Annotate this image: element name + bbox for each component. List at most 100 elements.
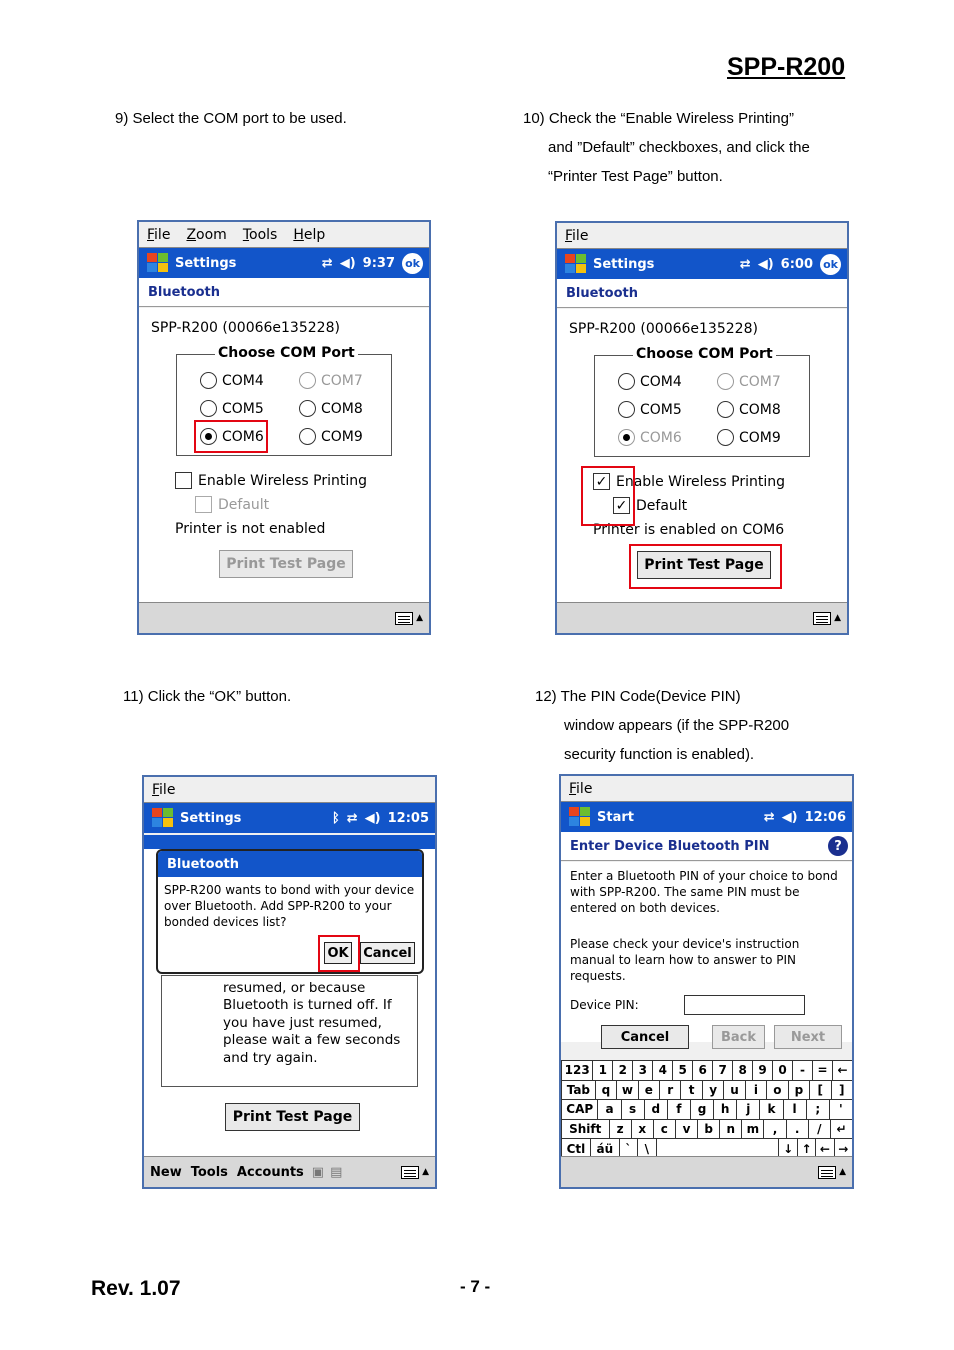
keyboard-key[interactable]: 2 bbox=[612, 1060, 634, 1081]
menu-accounts[interactable]: Accounts bbox=[237, 1165, 304, 1180]
keyboard-key[interactable]: t bbox=[680, 1079, 703, 1101]
keyboard-key[interactable]: - bbox=[792, 1060, 814, 1081]
radio-com5[interactable]: COM5 bbox=[200, 400, 264, 417]
keyboard-key[interactable]: 7 bbox=[712, 1060, 734, 1081]
connectivity-icon[interactable]: ⇄ bbox=[764, 810, 775, 825]
radio-com4[interactable]: COM4 bbox=[618, 373, 682, 390]
windows-start-icon[interactable] bbox=[145, 252, 169, 274]
keyboard-key[interactable]: ] bbox=[830, 1079, 852, 1101]
radio-com8[interactable]: COM8 bbox=[299, 400, 363, 417]
connectivity-icon[interactable]: ⇄ bbox=[740, 257, 751, 272]
keyboard-key[interactable]: Shift bbox=[561, 1118, 610, 1140]
keyboard-key[interactable]: 6 bbox=[692, 1060, 714, 1081]
keyboard-key[interactable]: 3 bbox=[632, 1060, 654, 1081]
keyboard-key[interactable]: CAP bbox=[561, 1099, 599, 1120]
radio-com4[interactable]: COM4 bbox=[200, 372, 264, 389]
keyboard-key[interactable]: l bbox=[782, 1099, 807, 1120]
radio-com5[interactable]: COM5 bbox=[618, 401, 682, 418]
default-checkbox[interactable]: Default bbox=[195, 496, 269, 513]
volume-icon[interactable]: ◀) bbox=[340, 256, 356, 271]
windows-start-icon[interactable] bbox=[567, 806, 591, 828]
keyboard-key[interactable]: 1 bbox=[592, 1060, 614, 1081]
ok-button[interactable]: ok bbox=[402, 252, 423, 274]
back-button[interactable]: Back bbox=[712, 1025, 765, 1049]
keyboard-key[interactable]: w bbox=[616, 1079, 639, 1101]
menu-tools[interactable]: Tools bbox=[243, 227, 278, 243]
keyboard-key[interactable]: = bbox=[812, 1060, 833, 1081]
keyboard-key[interactable]: 8 bbox=[732, 1060, 754, 1081]
keyboard-key[interactable]: ' bbox=[828, 1099, 852, 1120]
keyboard-key[interactable]: / bbox=[807, 1118, 831, 1140]
keyboard-key[interactable]: y bbox=[701, 1079, 725, 1101]
bluetooth-icon[interactable]: ᛒ bbox=[332, 811, 340, 826]
print-test-page-button[interactable]: Print Test Page bbox=[225, 1103, 360, 1131]
keyboard-key[interactable]: ; bbox=[805, 1099, 830, 1120]
keyboard-key[interactable]: , bbox=[763, 1118, 787, 1140]
keyboard-key[interactable]: f bbox=[666, 1099, 691, 1120]
next-button[interactable]: Next bbox=[774, 1025, 842, 1049]
windows-start-icon[interactable] bbox=[150, 807, 174, 829]
help-icon[interactable]: ? bbox=[828, 836, 848, 856]
keyboard-key[interactable]: o bbox=[766, 1079, 789, 1101]
menu-new[interactable]: New bbox=[150, 1165, 182, 1180]
keyboard-key[interactable]: 5 bbox=[672, 1060, 694, 1081]
keyboard-key[interactable]: u bbox=[723, 1079, 746, 1101]
volume-icon[interactable]: ◀) bbox=[365, 811, 381, 826]
radio-com7[interactable]: COM7 bbox=[717, 373, 781, 390]
keyboard-key[interactable]: x bbox=[630, 1118, 654, 1140]
keyboard-icon[interactable]: ▲ bbox=[818, 1165, 846, 1179]
menu-file[interactable]: File bbox=[147, 227, 170, 243]
keyboard-key[interactable]: 4 bbox=[652, 1060, 674, 1081]
keyboard-icon[interactable]: ▲ bbox=[401, 1165, 429, 1179]
keyboard-icon[interactable]: ▲ bbox=[813, 611, 841, 625]
keyboard-key[interactable]: p bbox=[787, 1079, 811, 1101]
keyboard-key[interactable]: . bbox=[785, 1118, 809, 1140]
connectivity-icon[interactable]: ⇄ bbox=[347, 811, 358, 826]
ok-button[interactable]: ok bbox=[820, 253, 841, 275]
keyboard-key[interactable]: n bbox=[719, 1118, 743, 1140]
keyboard-key[interactable]: r bbox=[659, 1079, 682, 1101]
keyboard-key[interactable]: k bbox=[759, 1099, 784, 1120]
keyboard-key[interactable]: 0 bbox=[772, 1060, 794, 1081]
volume-icon[interactable]: ◀) bbox=[758, 257, 774, 272]
keyboard-key[interactable]: e bbox=[637, 1079, 661, 1101]
connectivity-icon[interactable]: ⇄ bbox=[322, 256, 333, 271]
radio-com8[interactable]: COM8 bbox=[717, 401, 781, 418]
keyboard-key[interactable]: 123 bbox=[561, 1060, 594, 1081]
menu-file[interactable]: File bbox=[569, 781, 592, 797]
keyboard-key[interactable]: c bbox=[652, 1118, 676, 1140]
radio-com6[interactable]: COM6 bbox=[618, 429, 682, 446]
keyboard-key[interactable]: ← bbox=[831, 1060, 852, 1081]
radio-com9[interactable]: COM9 bbox=[717, 429, 781, 446]
keyboard-icon[interactable]: ▲ bbox=[395, 611, 423, 625]
keyboard-key[interactable]: Tab bbox=[561, 1079, 596, 1101]
radio-com9[interactable]: COM9 bbox=[299, 428, 363, 445]
menu-zoom[interactable]: Zoom bbox=[186, 227, 226, 243]
keyboard-key[interactable]: j bbox=[736, 1099, 761, 1120]
keyboard-key[interactable]: m bbox=[741, 1118, 765, 1140]
keyboard-key[interactable]: i bbox=[744, 1079, 768, 1101]
keyboard-key[interactable]: d bbox=[643, 1099, 668, 1120]
keyboard-key[interactable]: a bbox=[597, 1099, 622, 1120]
radio-com7[interactable]: COM7 bbox=[299, 372, 363, 389]
windows-start-icon[interactable] bbox=[563, 253, 587, 275]
menu-file[interactable]: File bbox=[152, 782, 175, 798]
keyboard-key[interactable]: s bbox=[620, 1099, 645, 1120]
folder-icon[interactable]: ▤ bbox=[330, 1165, 342, 1180]
dialog-cancel-button[interactable]: Cancel bbox=[360, 942, 415, 964]
device-pin-input[interactable] bbox=[684, 995, 805, 1015]
keyboard-key[interactable]: b bbox=[697, 1118, 721, 1140]
menu-tools[interactable]: Tools bbox=[191, 1165, 228, 1180]
keyboard-key[interactable]: h bbox=[713, 1099, 738, 1120]
clock[interactable]: 9:37 bbox=[363, 256, 395, 271]
enable-wireless-checkbox[interactable]: Enable Wireless Printing bbox=[175, 472, 367, 489]
clock[interactable]: 12:06 bbox=[805, 810, 846, 825]
keyboard-key[interactable]: z bbox=[608, 1118, 632, 1140]
clock[interactable]: 6:00 bbox=[781, 257, 813, 272]
menu-file[interactable]: File bbox=[565, 228, 588, 244]
keyboard-key[interactable]: q bbox=[594, 1079, 618, 1101]
keyboard-key[interactable]: 9 bbox=[752, 1060, 774, 1081]
volume-icon[interactable]: ◀) bbox=[782, 810, 798, 825]
keyboard-key[interactable]: v bbox=[674, 1118, 699, 1140]
keyboard-key[interactable]: ↵ bbox=[829, 1118, 852, 1140]
